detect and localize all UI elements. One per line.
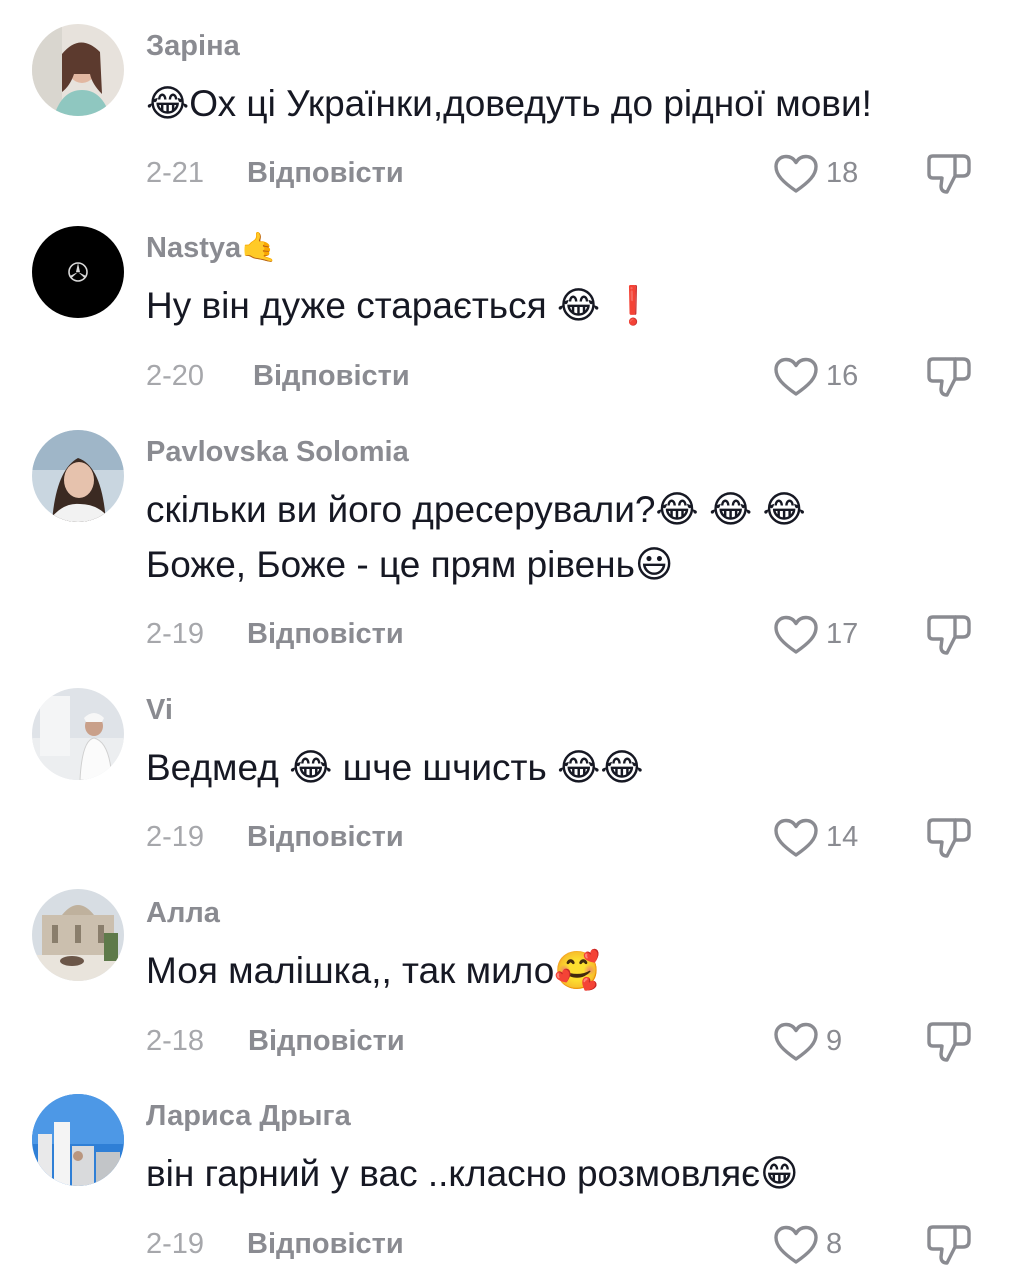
comment-username[interactable]: Лариса Дрыга bbox=[146, 1102, 351, 1131]
avatar[interactable] bbox=[32, 24, 124, 116]
dislike-button[interactable] bbox=[925, 613, 973, 657]
like-count: 8 bbox=[826, 1228, 843, 1260]
like-button[interactable] bbox=[773, 1225, 819, 1265]
comment-item: Nastya🤙 Ну він дуже старається 😂 ❗ 2-20 … bbox=[0, 200, 1011, 410]
avatar[interactable] bbox=[32, 430, 124, 522]
comment-username[interactable]: Pavlovska Solomia bbox=[146, 438, 409, 467]
avatar-image bbox=[32, 24, 124, 116]
comment-date: 2-18 bbox=[146, 1025, 205, 1057]
comment-text: Ведмед 😂 шче шчисть 😂😂 bbox=[146, 747, 644, 788]
avatar[interactable] bbox=[32, 1094, 124, 1186]
dislike-button[interactable] bbox=[925, 1020, 973, 1064]
comment-username[interactable]: Vi bbox=[146, 696, 173, 725]
avatar[interactable] bbox=[32, 889, 124, 981]
like-button[interactable] bbox=[773, 154, 819, 194]
like-count: 9 bbox=[826, 1025, 843, 1057]
heart-outline-icon bbox=[774, 615, 818, 654]
reply-button[interactable]: Відповісти bbox=[247, 823, 404, 852]
heart-outline-icon bbox=[774, 818, 818, 857]
heart-outline-icon bbox=[774, 357, 818, 396]
comment-text: 😂Ох ці Українки,доведуть до рідної мови! bbox=[146, 83, 872, 124]
comment-text: Моя малішка,, так мило🥰 bbox=[146, 950, 601, 991]
dislike-button[interactable] bbox=[925, 355, 973, 399]
like-button[interactable] bbox=[773, 818, 819, 858]
avatar-image bbox=[32, 226, 124, 318]
comment-text: скільки ви його дресерували?😂 😂 😂 Боже, … bbox=[146, 489, 806, 585]
heart-outline-icon bbox=[774, 1022, 818, 1061]
reply-button[interactable]: Відповісти bbox=[248, 1027, 405, 1056]
comment-item: Заріна 😂Ох ці Українки,доведуть до рідно… bbox=[0, 0, 1011, 200]
comment-item: Pavlovska Solomia скільки ви його дресер… bbox=[0, 410, 1011, 670]
reply-button[interactable]: Відповісти bbox=[247, 159, 404, 188]
heart-outline-icon bbox=[774, 1225, 818, 1264]
like-button[interactable] bbox=[773, 615, 819, 655]
comment-date: 2-19 bbox=[146, 618, 205, 650]
comment-username[interactable]: Nastya🤙 bbox=[146, 234, 277, 263]
like-button[interactable] bbox=[773, 1022, 819, 1062]
like-count: 14 bbox=[826, 821, 859, 853]
dislike-button[interactable] bbox=[925, 816, 973, 860]
thumbs-down-outline-icon bbox=[927, 615, 971, 655]
comment-date: 2-19 bbox=[146, 821, 205, 853]
avatar[interactable] bbox=[32, 226, 124, 318]
thumbs-down-outline-icon bbox=[927, 357, 971, 397]
heart-outline-icon bbox=[774, 154, 818, 193]
comment-date: 2-21 bbox=[146, 157, 205, 189]
like-button[interactable] bbox=[773, 357, 819, 397]
avatar-image bbox=[32, 889, 124, 981]
comment-text: він гарний у вас ..класно розмовляє😁 bbox=[146, 1153, 799, 1194]
like-count: 17 bbox=[826, 618, 859, 650]
reply-button[interactable]: Відповісти bbox=[247, 1230, 404, 1259]
comment-item: Лариса Дрыга він гарний у вас ..класно р… bbox=[0, 1080, 1011, 1280]
thumbs-down-outline-icon bbox=[927, 818, 971, 858]
comment-item: Vi Ведмед 😂 шче шчисть 😂😂 2-19 Відповіст… bbox=[0, 670, 1011, 875]
dislike-button[interactable] bbox=[925, 1223, 973, 1267]
avatar[interactable] bbox=[32, 688, 124, 780]
thumbs-down-outline-icon bbox=[927, 1022, 971, 1062]
like-count: 16 bbox=[826, 360, 859, 392]
like-count: 18 bbox=[826, 157, 859, 189]
comment-username[interactable]: Заріна bbox=[146, 32, 240, 61]
comment-username[interactable]: Алла bbox=[146, 899, 220, 928]
comment-date: 2-20 bbox=[146, 360, 205, 392]
dislike-button[interactable] bbox=[925, 152, 973, 196]
avatar-image bbox=[32, 430, 124, 522]
avatar-image bbox=[32, 1094, 124, 1186]
avatar-image bbox=[32, 688, 124, 780]
thumbs-down-outline-icon bbox=[927, 1225, 971, 1265]
comment-item: Алла Моя малішка,, так мило🥰 2-18 Відпов… bbox=[0, 875, 1011, 1080]
thumbs-down-outline-icon bbox=[927, 154, 971, 194]
reply-button[interactable]: Відповісти bbox=[253, 362, 410, 391]
comment-text: Ну він дуже старається 😂 ❗ bbox=[146, 285, 657, 326]
comment-date: 2-19 bbox=[146, 1228, 205, 1260]
reply-button[interactable]: Відповісти bbox=[247, 620, 404, 649]
